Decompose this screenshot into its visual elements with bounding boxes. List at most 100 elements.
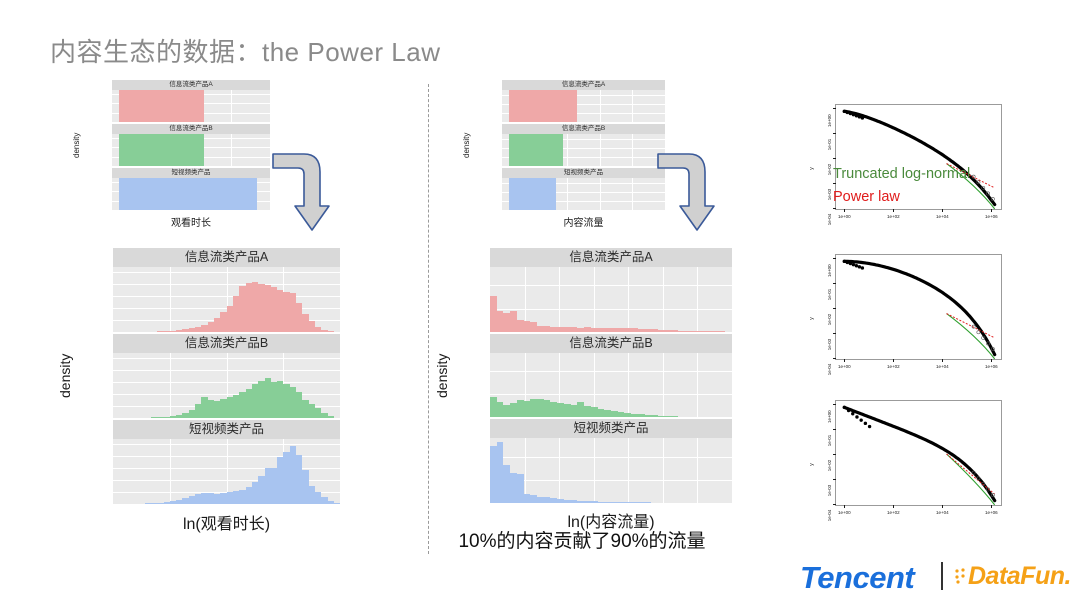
- histogram-bars: [502, 134, 665, 166]
- y-axis-label: density: [462, 132, 471, 158]
- datafun-logo: DataFun.: [968, 562, 1071, 590]
- empirical-series: [842, 405, 997, 503]
- empirical-series: [842, 259, 997, 357]
- histogram-bar: [550, 402, 558, 418]
- facet-panel: 信息流类产品B0e+001e-072e-073e-07: [112, 124, 270, 166]
- facet-plot-area: 0e+001e-072e-073e-07: [112, 134, 270, 166]
- y-tick-label: 1e-03: [827, 188, 832, 201]
- facet-plot-area: 0.00.20.4: [490, 267, 732, 332]
- facet-panel: 信息流类产品A0e+001e-072e-073e-07: [112, 80, 270, 122]
- histogram-bar: [184, 90, 191, 122]
- histogram-bar: [535, 178, 543, 210]
- facet-panel: 信息流类产品A0e+002e-064e-066e-06: [502, 80, 665, 122]
- x-tick-label: 1e+02: [887, 214, 900, 219]
- facet-panel: 短视频类产品0.000.050.100.150.200.25: [113, 420, 340, 504]
- histogram-bar: [144, 178, 152, 210]
- histogram-bar: [651, 415, 658, 418]
- histogram-bar: [508, 178, 516, 210]
- x-tick-label: 1e+04: [935, 510, 949, 515]
- data-point: [842, 109, 847, 114]
- histogram-bar: [577, 402, 585, 418]
- histogram-bar: [610, 410, 618, 418]
- facet-plot-area: 0.000.050.100.150.200.25: [113, 353, 340, 418]
- histogram-bars: [113, 267, 340, 332]
- histogram-bars: [112, 90, 270, 122]
- histogram-bar: [516, 473, 524, 503]
- histogram-bar: [250, 178, 257, 210]
- histogram-bar: [523, 401, 531, 418]
- histogram-bar: [217, 178, 224, 210]
- histogram-bar: [190, 90, 198, 122]
- facet-panel: 信息流类产品A0.000.050.100.150.200.25: [113, 248, 340, 332]
- facet-panel: 信息流类产品B0.00.20.4: [490, 333, 732, 418]
- histogram-bar: [490, 295, 497, 332]
- histogram-bar: [604, 327, 611, 332]
- histogram-bar: [597, 327, 605, 332]
- plot-body: 信息流类产品A0.00.20.4信息流类产品B0.00.20.4短视频类产品 0.…: [490, 248, 732, 503]
- facet-plot-area: 0e+002e-064e-066e-06: [502, 90, 665, 122]
- histogram-bar: [597, 408, 605, 418]
- data-point: [851, 112, 856, 117]
- data-point: [842, 405, 847, 410]
- y-tick-label: 1e-04: [827, 509, 832, 522]
- histogram-bar: [503, 404, 511, 418]
- histogram-bar: [644, 329, 652, 332]
- histogram-bar: [508, 90, 516, 122]
- datafun-dots-icon: [954, 566, 968, 591]
- y-tick-label: 1e-02: [827, 163, 832, 176]
- facet-panel: 信息流类产品A0.00.20.4: [490, 248, 732, 332]
- histogram-bar: [151, 134, 159, 166]
- y-axis-label: y: [809, 167, 815, 170]
- histogram-bar: [118, 90, 126, 122]
- histogram-bar: [529, 178, 536, 210]
- histogram-bar: [557, 403, 564, 418]
- histogram-bar: [563, 327, 571, 332]
- histogram-bar: [510, 472, 517, 503]
- histogram-bar: [197, 134, 205, 166]
- facet-strip-label: 信息流类产品B: [112, 124, 270, 134]
- histogram-bar: [151, 178, 159, 210]
- histogram-bar: [125, 178, 132, 210]
- plot-body: 信息流类产品A0.000.050.100.150.200.25信息流类产品B0.…: [113, 248, 340, 504]
- histogram-bar: [131, 178, 139, 210]
- facet-strip-label: 短视频类产品: [490, 419, 732, 439]
- histogram-bar: [535, 90, 543, 122]
- histogram-bar: [118, 178, 126, 210]
- chart-mini-content-flow: density信息流类产品A0e+002e-064e-066e-06信息流类产品…: [460, 80, 665, 230]
- plot-body: 信息流类产品A0e+002e-064e-066e-06信息流类产品B0e+002…: [502, 80, 665, 210]
- histogram-bar: [138, 134, 145, 166]
- y-tick-label: 1e+00: [827, 114, 832, 128]
- histogram-bar: [530, 399, 538, 418]
- histogram-bar: [171, 90, 178, 122]
- histogram-bar: [131, 90, 139, 122]
- ccdf-curve: [842, 259, 997, 360]
- data-point: [845, 110, 850, 115]
- y-tick-label: 1e-01: [827, 288, 832, 301]
- facet-strip-label: 信息流类产品A: [502, 80, 665, 90]
- histogram-bar: [210, 178, 218, 210]
- arrow-time-top-to-bottom: [270, 148, 330, 234]
- legend-truncated-lognormal: Truncated log-normal: [833, 166, 971, 182]
- histogram-bar: [664, 330, 672, 332]
- data-point-outlier: [976, 330, 981, 335]
- histogram-bar: [177, 90, 185, 122]
- histogram-bar: [515, 134, 523, 166]
- x-tick-label: 1e+00: [838, 364, 851, 369]
- histogram-bar: [657, 329, 665, 332]
- histogram-bar: [671, 330, 679, 332]
- facet-plot-area: 0.000.050.100.150.200.25: [113, 267, 340, 332]
- histogram-bar: [550, 326, 558, 332]
- facet-plot-area: 0e+002e-064e-066e-06: [502, 134, 665, 166]
- histogram-bar: [624, 328, 632, 332]
- histogram-bar: [631, 328, 638, 332]
- histogram-bar: [236, 178, 244, 210]
- histogram-bar: [490, 446, 497, 503]
- histogram-bar: [570, 405, 578, 418]
- data-point: [854, 264, 859, 268]
- ccdf-plot-1: 1e-04 1e-03 1e-02 1e-01 1e+00 1e+00 1e+02 1e+04…: [805, 96, 1010, 236]
- histogram-bar: [522, 90, 530, 122]
- y-axis-label: y: [809, 463, 815, 466]
- histogram-bar: [515, 178, 523, 210]
- histogram-bar: [584, 405, 591, 418]
- x-axis-label: 观看时长: [171, 217, 211, 229]
